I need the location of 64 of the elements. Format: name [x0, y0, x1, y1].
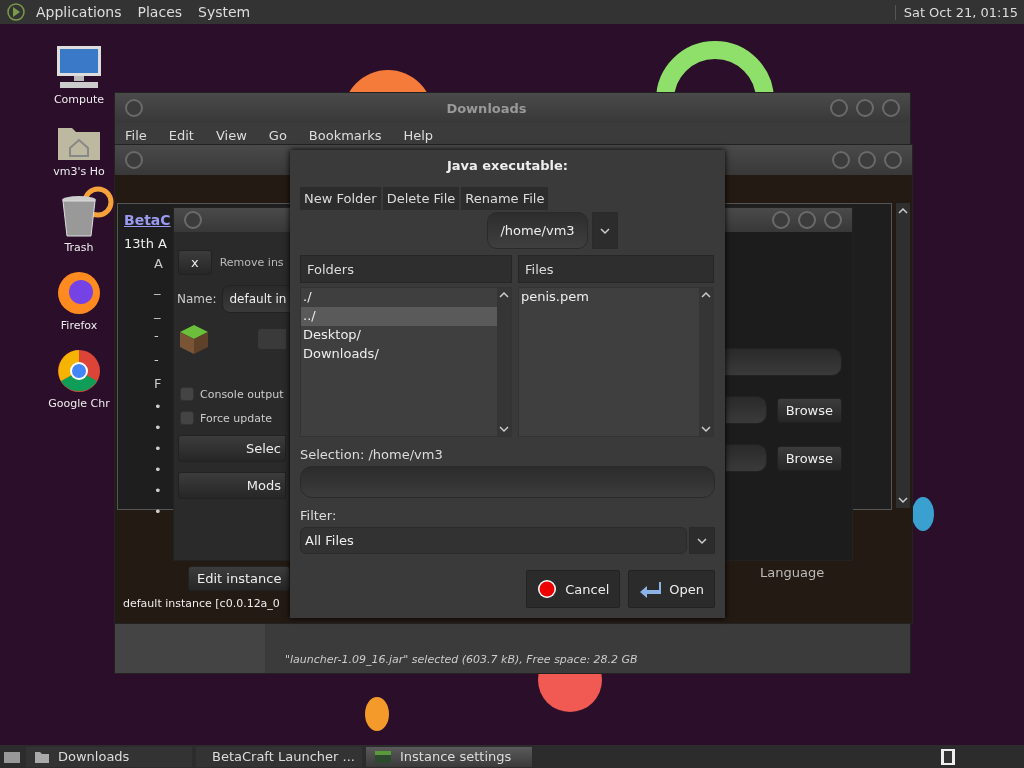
menu-item[interactable]: View	[215, 127, 247, 143]
desktop-icon-label[interactable]: Google Chr	[48, 397, 110, 410]
file-action-button[interactable]: Rename File	[461, 187, 549, 210]
panel-menu[interactable]: Places	[131, 4, 189, 20]
status-text: "launcher-1.09_16.jar" selected (603.7 kB), Free space: 28.2 GB	[285, 653, 638, 666]
news-date: 13th A	[124, 236, 167, 251]
bullet: •	[154, 419, 162, 437]
open-button[interactable]: Open	[628, 570, 715, 608]
dialog-title: Java executable:	[445, 157, 570, 175]
folder-item[interactable]: Downloads/	[301, 345, 497, 364]
filter-combo[interactable]: All Files	[300, 527, 687, 554]
browse-button[interactable]: Browse	[776, 445, 842, 471]
language-label[interactable]: Language	[760, 565, 825, 580]
bullet: •	[154, 461, 162, 479]
name-field[interactable]: default in	[222, 285, 292, 313]
news-text: _	[154, 279, 161, 297]
close-button[interactable]: x	[178, 250, 212, 275]
bullet: •	[154, 503, 162, 521]
selection-label: Selection: /home/vm3	[300, 447, 444, 462]
bullet: •	[154, 440, 162, 458]
desktop-icon-label[interactable]: Trash	[64, 241, 94, 254]
menu-item[interactable]: Help	[403, 127, 434, 143]
checkbox-label: Force update	[200, 411, 272, 425]
panel-menu[interactable]: Applications	[30, 4, 128, 20]
menu-item[interactable]: Edit	[168, 127, 194, 143]
edit-instance-button[interactable]: Edit instance	[188, 566, 291, 591]
file-action-button[interactable]: Delete File	[382, 187, 460, 210]
column-header[interactable]: Files	[518, 255, 714, 283]
news-text: F	[154, 375, 162, 393]
news-text: A	[154, 255, 163, 273]
taskbar-item[interactable]: Downloads	[26, 746, 192, 767]
column-header[interactable]: Folders	[300, 255, 512, 283]
bullet: •	[154, 398, 162, 416]
name-label: Name:	[177, 292, 217, 306]
cancel-button[interactable]: Cancel	[526, 570, 621, 608]
window-title: Downloads	[445, 100, 528, 116]
news-link[interactable]: BetaC	[124, 212, 171, 228]
desktop-icon-label[interactable]: Firefox	[60, 319, 98, 332]
news-text: -	[154, 351, 159, 369]
taskbar-item[interactable]: BetaCraft Launcher ...	[196, 746, 362, 767]
remove-label: Remove ins	[219, 256, 284, 269]
news-text: -	[154, 327, 159, 345]
folder-item[interactable]: Desktop/	[301, 326, 497, 345]
filename-item[interactable]: penis.pem	[519, 288, 699, 307]
desktop-icon-label[interactable]: vm3's Ho	[53, 165, 105, 178]
menu-item[interactable]: File	[125, 127, 147, 143]
file-action-button[interactable]: New Folder	[300, 187, 381, 210]
folder-item[interactable]: ../	[301, 307, 497, 326]
checkbox-label: Console output	[200, 387, 284, 401]
desktop-icon-label[interactable]: Compute	[53, 93, 105, 106]
menu-item[interactable]: Go	[268, 127, 287, 143]
path-combo[interactable]: /home/vm3	[487, 212, 588, 249]
taskbar-item[interactable]: Instance settings	[366, 746, 532, 767]
bullet: •	[154, 482, 162, 500]
clock[interactable]: Sat Oct 21, 01:15	[894, 4, 1018, 20]
menu-item[interactable]: Bookmarks	[308, 127, 382, 143]
panel-menu[interactable]: System	[192, 4, 257, 20]
news-text: _	[154, 303, 161, 321]
instance-label: default instance [c0.0.12a_0	[123, 597, 280, 610]
browse-button[interactable]: Browse	[776, 397, 842, 423]
filter-label: Filter:	[300, 508, 338, 523]
settings-button[interactable]: Selec	[178, 435, 286, 462]
settings-button[interactable]: Mods	[178, 472, 286, 499]
folder-item[interactable]: ./	[301, 288, 497, 307]
